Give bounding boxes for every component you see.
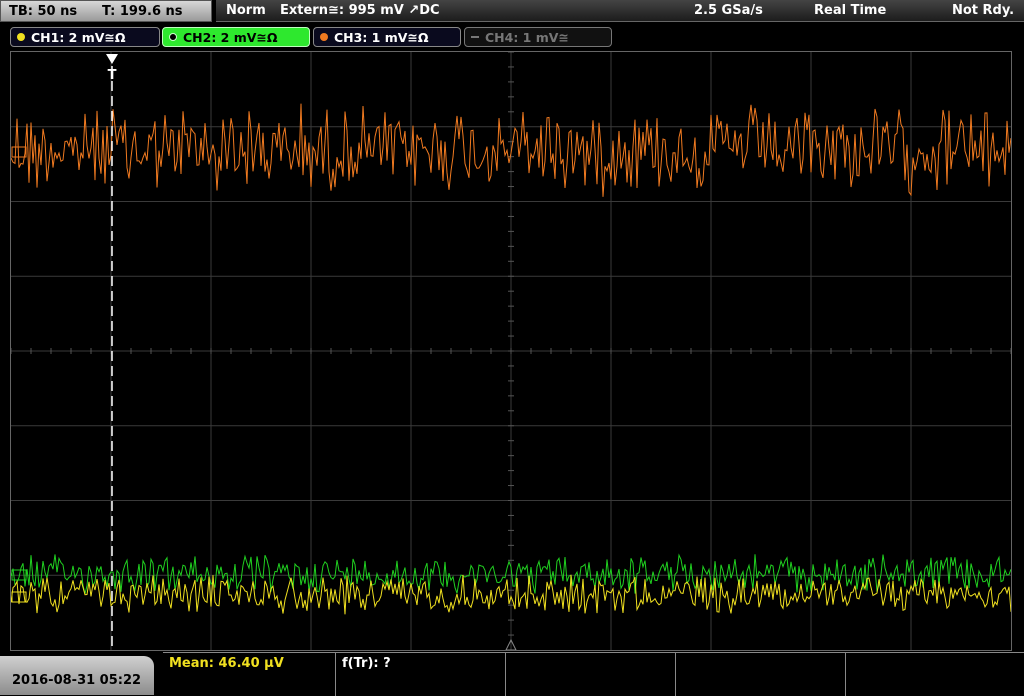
timebase-box[interactable]: TB: 50 ns T: 199.6 ns xyxy=(0,0,212,22)
trigger-mode-label: Norm xyxy=(226,3,266,18)
channel-4-dot-icon xyxy=(471,36,479,38)
waveform-canvas: T xyxy=(11,52,1011,650)
waveform-display[interactable]: T xyxy=(10,51,1012,651)
datetime-label: 2016-08-31 05:22 xyxy=(12,673,142,688)
channel-3-label: CH3: 1 mV≅Ω xyxy=(334,30,429,45)
measurement-cell-empty-2[interactable] xyxy=(675,653,845,696)
trigger-source-label: Extern≅: 995 mV ↗DC xyxy=(280,3,440,18)
channel-4-button[interactable]: CH4: 1 mV≅ xyxy=(464,27,612,47)
channel-2-label: CH2: 2 mV≅Ω xyxy=(183,30,278,45)
measurement-cell-empty-3[interactable] xyxy=(845,653,1024,696)
channel-bar: CH1: 2 mV≅Ω CH2: 2 mV≅Ω CH3: 1 mV≅Ω CH4:… xyxy=(0,24,1024,48)
trigger-status-strip[interactable]: Norm Extern≅: 995 mV ↗DC 2.5 GSa/s Real … xyxy=(216,0,1024,22)
trigger-marker-label: T xyxy=(108,68,117,83)
channel-2-button[interactable]: CH2: 2 mV≅Ω xyxy=(162,27,310,47)
channel-3-button[interactable]: CH3: 1 mV≅Ω xyxy=(313,27,461,47)
acquisition-mode-label: Real Time xyxy=(814,3,887,18)
sample-rate-label: 2.5 GSa/s xyxy=(694,3,763,18)
top-status-bar: TB: 50 ns T: 199.6 ns Norm Extern≅: 995 … xyxy=(0,0,1024,24)
freq-measurement-cell[interactable]: f(Tr): ? xyxy=(335,653,505,696)
channel-3-dot-icon xyxy=(320,33,328,41)
trigger-position-marker-icon xyxy=(106,54,118,64)
channel-1-label: CH1: 2 mV≅Ω xyxy=(31,30,126,45)
mean-measurement: Mean: 46.40 µV xyxy=(169,656,284,671)
measurement-cell-empty-1[interactable] xyxy=(505,653,675,696)
channel-4-label: CH4: 1 mV≅ xyxy=(485,30,569,45)
channel-1-dot-icon xyxy=(17,33,25,41)
channel-2-dot-icon xyxy=(169,33,177,41)
channel-1-button[interactable]: CH1: 2 mV≅Ω xyxy=(10,27,160,47)
mean-measurement-cell[interactable]: Mean: 46.40 µV xyxy=(163,653,335,696)
freq-measurement: f(Tr): ? xyxy=(342,656,391,671)
trigger-time-label: T: 199.6 ns xyxy=(102,4,183,19)
datetime-box: 2016-08-31 05:22 xyxy=(0,656,154,695)
timebase-label: TB: 50 ns xyxy=(9,4,78,19)
run-status-label: Not Rdy. xyxy=(952,3,1015,18)
measurement-panel: Mean: 46.40 µV f(Tr): ? xyxy=(163,652,1024,696)
